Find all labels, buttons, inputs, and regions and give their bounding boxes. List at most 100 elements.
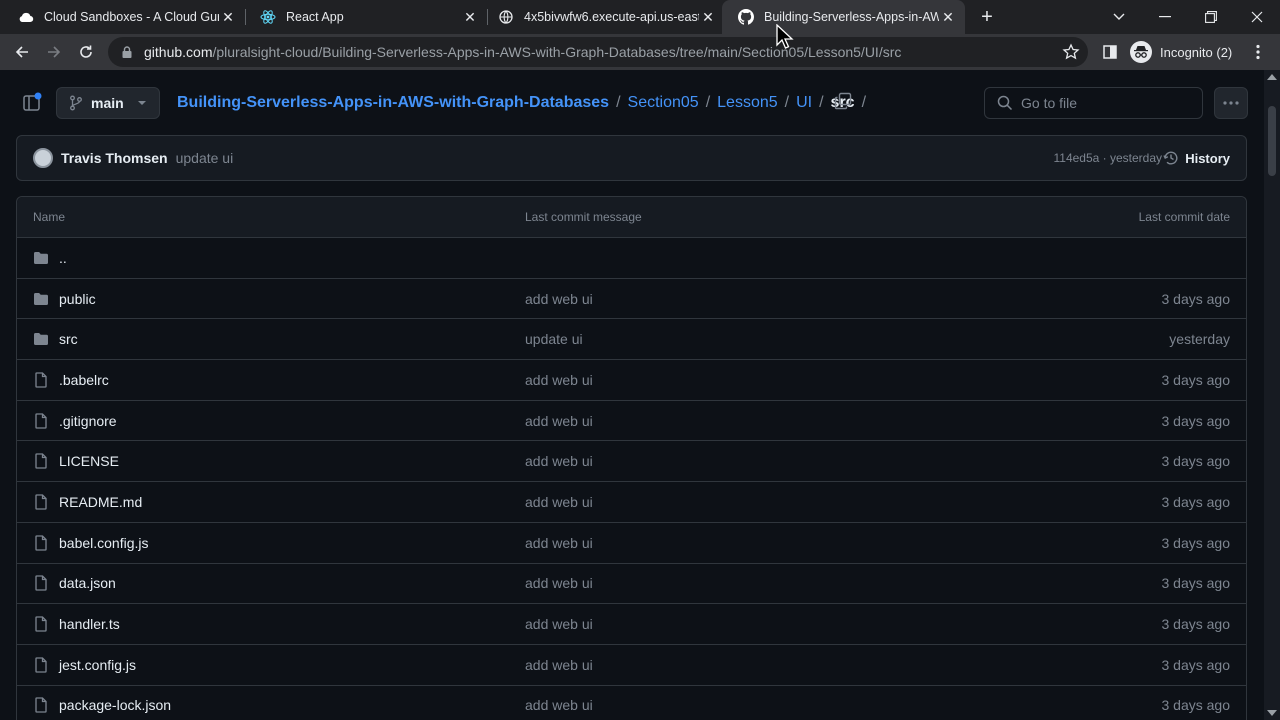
file-name-link[interactable]: .gitignore bbox=[59, 413, 525, 429]
file-name-link[interactable]: LICENSE bbox=[59, 453, 525, 469]
page-scrollbar[interactable] bbox=[1264, 70, 1280, 720]
forward-arrow-icon[interactable] bbox=[40, 38, 68, 66]
scrollbar-thumb[interactable] bbox=[1268, 106, 1276, 176]
url-path: /pluralsight-cloud/Building-Serverless-A… bbox=[212, 44, 902, 60]
file-commit-date: 3 days ago bbox=[1161, 656, 1231, 673]
table-row[interactable]: jest.config.js add web ui 3 days ago bbox=[17, 645, 1246, 686]
breadcrumb-section-link[interactable]: Section05 bbox=[628, 94, 699, 112]
file-name-link[interactable]: .. bbox=[59, 250, 525, 266]
table-row[interactable]: babel.config.js add web ui 3 days ago bbox=[17, 523, 1246, 564]
folder-icon bbox=[33, 291, 49, 307]
file-table: Name Last commit message Last commit dat… bbox=[16, 196, 1247, 720]
more-options-button[interactable] bbox=[1214, 87, 1248, 119]
table-row[interactable]: .babelrc add web ui 3 days ago bbox=[17, 360, 1246, 401]
file-icon bbox=[33, 616, 49, 632]
scroll-down-icon[interactable] bbox=[1267, 710, 1277, 716]
column-header-message: Last commit message bbox=[525, 210, 642, 224]
browser-toolbar: github.com/pluralsight-cloud/Building-Se… bbox=[0, 34, 1280, 70]
close-icon[interactable]: ✕ bbox=[461, 8, 479, 26]
file-name-link[interactable]: data.json bbox=[59, 575, 525, 591]
go-to-file-input[interactable]: Go to file bbox=[984, 87, 1203, 119]
file-name-link[interactable]: jest.config.js bbox=[59, 657, 525, 673]
table-row[interactable]: README.md add web ui 3 days ago bbox=[17, 482, 1246, 523]
file-icon bbox=[33, 494, 49, 510]
browser-tab-github-active[interactable]: Building-Serverless-Apps-in-AWS ✕ bbox=[722, 0, 965, 34]
window-close-icon[interactable] bbox=[1234, 0, 1280, 34]
address-bar[interactable]: github.com/pluralsight-cloud/Building-Se… bbox=[108, 37, 1088, 67]
table-row[interactable]: public add web ui 3 days ago bbox=[17, 279, 1246, 320]
bookmark-star-icon[interactable] bbox=[1062, 43, 1080, 61]
close-icon[interactable]: ✕ bbox=[939, 8, 957, 26]
history-icon bbox=[1163, 151, 1178, 165]
copy-path-icon[interactable] bbox=[834, 92, 854, 112]
file-commit-message[interactable]: add web ui bbox=[525, 413, 1162, 429]
commit-message[interactable]: update ui bbox=[176, 150, 234, 166]
react-icon bbox=[260, 9, 276, 25]
file-name-link[interactable]: public bbox=[59, 291, 525, 307]
file-name-link[interactable]: README.md bbox=[59, 494, 525, 510]
file-commit-date: 3 days ago bbox=[1161, 616, 1231, 633]
browser-tab-react-app[interactable]: React App ✕ bbox=[242, 0, 487, 34]
commit-author[interactable]: Travis Thomsen bbox=[61, 150, 168, 166]
table-row[interactable]: data.json add web ui 3 days ago bbox=[17, 564, 1246, 605]
browser-menu-icon[interactable] bbox=[1244, 38, 1272, 66]
commit-sha-time[interactable]: 114ed5a · yesterday bbox=[1053, 151, 1162, 165]
file-name-link[interactable]: babel.config.js bbox=[59, 535, 525, 551]
breadcrumb: Building-Serverless-Apps-in-AWS-with-Gra… bbox=[177, 92, 873, 114]
breadcrumb-separator: / bbox=[819, 94, 824, 111]
file-commit-message[interactable]: add web ui bbox=[525, 616, 1162, 632]
file-name-link[interactable]: src bbox=[59, 331, 525, 347]
tab-title: React App bbox=[286, 10, 344, 24]
breadcrumb-separator: / bbox=[861, 94, 867, 111]
file-commit-date: 3 days ago bbox=[1161, 697, 1231, 714]
avatar[interactable] bbox=[33, 148, 53, 168]
file-commit-message[interactable]: add web ui bbox=[525, 494, 1162, 510]
scroll-up-icon[interactable] bbox=[1267, 74, 1277, 80]
file-icon bbox=[33, 657, 49, 673]
close-icon[interactable]: ✕ bbox=[219, 8, 237, 26]
branch-selector-button[interactable]: main bbox=[56, 87, 160, 119]
file-icon bbox=[33, 575, 49, 591]
browser-tab-cloud-sandboxes[interactable]: Cloud Sandboxes - A Cloud Guru ✕ bbox=[0, 0, 245, 34]
history-button[interactable]: History bbox=[1163, 150, 1230, 166]
breadcrumb-ui-link[interactable]: UI bbox=[796, 94, 812, 112]
tab-title: Building-Serverless-Apps-in-AWS bbox=[764, 10, 939, 24]
column-header-date: Last commit date bbox=[1138, 210, 1230, 224]
minimize-icon[interactable] bbox=[1142, 0, 1188, 34]
file-commit-message[interactable]: add web ui bbox=[525, 291, 1162, 307]
file-commit-message[interactable]: add web ui bbox=[525, 535, 1162, 551]
table-row[interactable]: package-lock.json add web ui 3 days ago bbox=[17, 686, 1246, 720]
side-panel-icon[interactable] bbox=[1096, 38, 1124, 66]
file-commit-message[interactable]: add web ui bbox=[525, 575, 1162, 591]
file-icon bbox=[33, 453, 49, 469]
restore-icon[interactable] bbox=[1188, 0, 1234, 34]
file-commit-date: 3 days ago bbox=[1161, 453, 1231, 470]
file-name-link[interactable]: handler.ts bbox=[59, 616, 525, 632]
browser-tab-execute-api[interactable]: 4x5bivwfw6.execute-api.us-east- ✕ bbox=[480, 0, 725, 34]
file-name-link[interactable]: .babelrc bbox=[59, 372, 525, 388]
close-icon[interactable]: ✕ bbox=[699, 8, 717, 26]
table-row[interactable]: .. bbox=[17, 238, 1246, 279]
tab-title: 4x5bivwfw6.execute-api.us-east- bbox=[524, 10, 699, 24]
table-row[interactable]: handler.ts add web ui 3 days ago bbox=[17, 604, 1246, 645]
incognito-indicator[interactable]: Incognito (2) bbox=[1130, 39, 1232, 65]
reload-icon[interactable] bbox=[72, 38, 100, 66]
file-table-header: Name Last commit message Last commit dat… bbox=[17, 197, 1246, 238]
file-commit-message[interactable]: add web ui bbox=[525, 372, 1162, 388]
table-row[interactable]: src update ui yesterday bbox=[17, 319, 1246, 361]
breadcrumb-lesson-link[interactable]: Lesson5 bbox=[717, 94, 778, 112]
back-arrow-icon[interactable] bbox=[8, 38, 36, 66]
new-tab-button[interactable]: + bbox=[976, 7, 998, 29]
breadcrumb-repo-link[interactable]: Building-Serverless-Apps-in-AWS-with-Gra… bbox=[177, 94, 609, 112]
table-row[interactable]: .gitignore add web ui 3 days ago bbox=[17, 401, 1246, 442]
tab-search-chevron-icon[interactable] bbox=[1096, 0, 1142, 34]
file-commit-message[interactable]: add web ui bbox=[525, 697, 1162, 713]
file-commit-message[interactable]: add web ui bbox=[525, 657, 1162, 673]
file-commit-message[interactable]: update ui bbox=[525, 331, 1169, 347]
table-row[interactable]: LICENSE add web ui 3 days ago bbox=[17, 441, 1246, 483]
column-header-name: Name bbox=[33, 210, 66, 224]
file-name-link[interactable]: package-lock.json bbox=[59, 697, 525, 713]
file-tree-toggle-icon[interactable] bbox=[20, 90, 44, 114]
file-commit-message[interactable]: add web ui bbox=[525, 453, 1162, 469]
file-commit-date: 3 days ago bbox=[1161, 534, 1231, 551]
